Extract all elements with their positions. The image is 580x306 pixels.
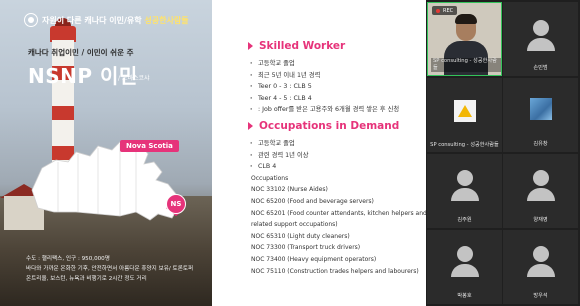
occupations-heading: Occupations xyxy=(251,174,289,182)
participant-name: 양재영 xyxy=(533,217,548,223)
occupation-item: NOC 65200 (Food and beverage servers) xyxy=(251,197,374,205)
triangle-bullet-icon xyxy=(248,121,253,130)
participant-logo-icon xyxy=(454,100,476,122)
brand-prefix: 자원이 다른 캐나다 이민/유학 xyxy=(42,15,142,25)
list-item: Teer 4 - 5 : CLB 4 xyxy=(248,93,424,105)
participant-tile[interactable]: 방우석 xyxy=(503,230,578,304)
slide-subtitle: 캐나다 취업이민 / 이민이 쉬운 주 xyxy=(28,48,134,57)
record-dot-icon xyxy=(436,8,440,13)
fact-line: 온트리올, 보스턴, 뉴욕과 비행기로 2시간 정도 거리 xyxy=(26,276,147,282)
canada-shape xyxy=(31,141,179,221)
list-item: Teer 0 - 3 : CLB 5 xyxy=(248,81,424,93)
occupations-requirements-list: 고등학교 졸업 관련 경력 1년 이상 CLB 4 xyxy=(248,138,424,173)
avatar-placeholder-icon xyxy=(451,170,479,201)
occupation-item: related support occupations) xyxy=(251,221,338,229)
brand-bar: 자원이 다른 캐나다 이민/유학 성공한사람들 xyxy=(0,10,212,30)
occupation-item: NOC 73400 (Heavy equipment operators) xyxy=(251,255,377,263)
list-item: 관련 경력 1년 이상 xyxy=(248,150,424,162)
list-item: CLB 4 xyxy=(248,161,424,173)
list-item: 고등학교 졸업 xyxy=(248,58,424,70)
skilled-worker-list: 고등학교 졸업 최근 5년 이내 1년 경력 Teer 0 - 3 : CLB … xyxy=(248,58,424,116)
list-item-note: : Job offer를 받은 고용주와 6개월 경력 쌓은 후 신청 xyxy=(248,104,424,116)
participant-tile[interactable]: SP consulting - 성공한사람들 xyxy=(427,78,502,152)
occupations-list: Occupations NOC 33102 (Nurse Aides) NOC … xyxy=(248,173,426,277)
participant-tile[interactable]: 양재영 xyxy=(503,154,578,228)
province-facts: 수도 : 핼리팩스, 인구 : 950,000명 바다와 가까운 온화한 기후,… xyxy=(26,254,210,284)
occupation-item: NOC 65310 (Light duty cleaners) xyxy=(251,232,350,240)
triangle-bullet-icon xyxy=(248,42,253,50)
avatar-placeholder-icon xyxy=(527,170,555,201)
occupation-item: NOC 33102 (Nurse Aides) xyxy=(251,186,328,194)
participant-tile[interactable]: 박봉호 xyxy=(427,230,502,304)
recording-indicator[interactable]: REC xyxy=(432,6,458,15)
participant-name: 김주원 xyxy=(457,217,472,223)
brand-name: 성공한사람들 xyxy=(144,15,189,25)
list-item: 고등학교 졸업 xyxy=(248,138,424,150)
participant-tile-active-speaker[interactable]: REC SP consulting - 성공한사람들 xyxy=(427,2,502,76)
canada-map xyxy=(31,141,184,221)
participant-thumbnail xyxy=(530,98,552,120)
avatar-placeholder-icon xyxy=(527,246,555,277)
participant-name: SP consulting - 성공한사람들 xyxy=(431,58,501,72)
participant-name: 손민범 xyxy=(533,65,548,71)
participant-name: SP consulting - 성공한사람들 xyxy=(430,142,499,148)
participant-name: 김유창 xyxy=(533,141,548,147)
fact-line: 수도 : 핼리팩스, 인구 : 950,000명 xyxy=(26,256,110,262)
occupation-item: NOC 75110 (Construction trades helpers a… xyxy=(251,267,419,275)
participant-name: 박봉호 xyxy=(457,293,472,299)
fact-line: 바다와 가까운 온화한 기후, 안전하면서 아름다운 휴양지 보유/ 토론토퍼 xyxy=(26,266,194,272)
avatar-placeholder-icon xyxy=(451,246,479,277)
avatar-placeholder-icon xyxy=(527,20,555,51)
participant-tile[interactable]: 김유창 xyxy=(503,78,578,152)
slide-title-sub: / 노바스코샤 xyxy=(118,75,150,82)
occupation-item: NOC 65201 (Food counter attendants, kitc… xyxy=(251,209,426,217)
brand-logo-icon xyxy=(24,13,38,27)
province-tag: Nova Scotia xyxy=(120,140,179,152)
province-badge: NS xyxy=(166,194,186,214)
participant-tile[interactable]: 김주원 xyxy=(427,154,502,228)
occupation-item: NOC 73300 (Transport truck drivers) xyxy=(251,244,361,252)
participant-tile[interactable]: 손민범 xyxy=(503,2,578,76)
section-title-occupations: Occupations in Demand xyxy=(248,118,424,134)
shared-slide: 자원이 다른 캐나다 이민/유학 성공한사람들 캐나다 취업이민 / 이민이 쉬… xyxy=(0,0,426,306)
participant-name: 방우석 xyxy=(533,293,548,299)
recording-label: REC xyxy=(443,7,454,14)
section-title-skilled-worker: Skilled Worker xyxy=(248,38,424,54)
list-item: 최근 5년 이내 1년 경력 xyxy=(248,70,424,82)
slide-content: Skilled Worker 고등학교 졸업 최근 5년 이내 1년 경력 Te… xyxy=(248,38,426,277)
